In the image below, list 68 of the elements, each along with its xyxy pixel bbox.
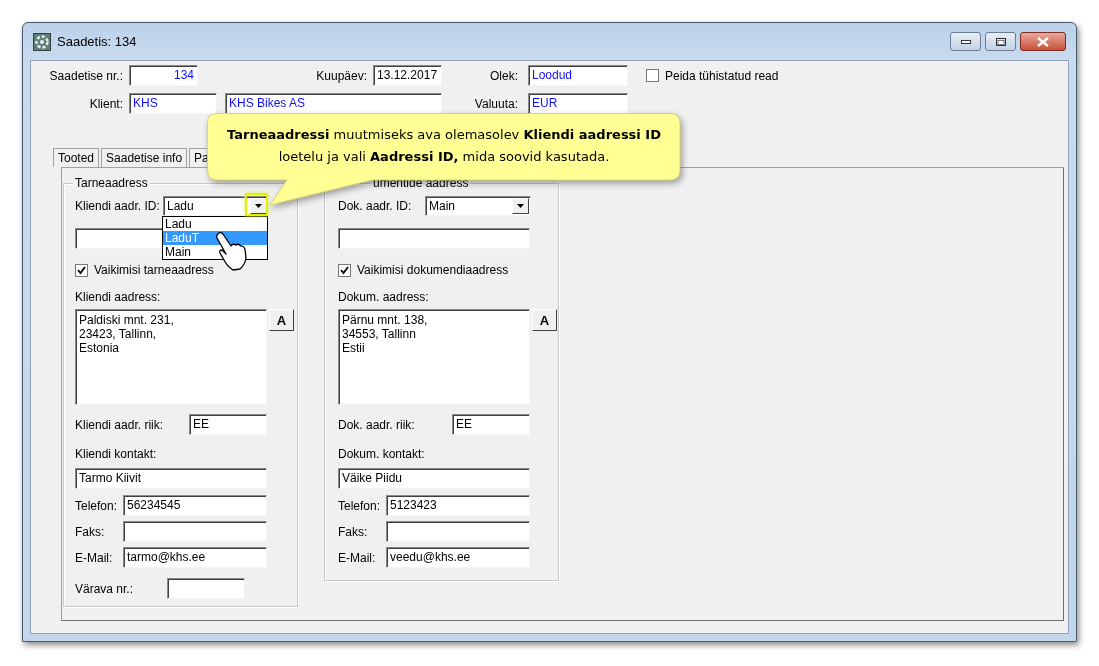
format-button[interactable]: A: [269, 309, 294, 331]
field-label: Valuuta:: [473, 96, 518, 111]
address-textarea[interactable]: Pärnu mnt. 138, 34553, Tallinn Estii: [338, 309, 530, 405]
caret-icon: [517, 204, 524, 208]
window-title: Saadetis: 134: [57, 34, 137, 49]
checkbox-label: Peida tühistatud read: [665, 68, 779, 83]
maximize-button[interactable]: [985, 32, 1016, 51]
field-label: Telefon:: [75, 498, 119, 513]
minimize-icon: [960, 39, 971, 44]
field-label: Dokum. kontakt:: [338, 446, 425, 461]
checkbox-label: Vaikimisi tarneaadress: [94, 263, 214, 277]
dropdown-button[interactable]: [512, 198, 529, 214]
close-icon: [1037, 36, 1049, 47]
field-label: E-Mail:: [75, 550, 114, 565]
field-label: Kuupäev:: [315, 68, 367, 83]
app-icon: [33, 32, 51, 51]
field-label: E-Mail:: [338, 550, 377, 565]
input-field[interactable]: 134: [129, 65, 198, 86]
field-label: Dok. aadr. riik:: [338, 417, 416, 432]
input-field[interactable]: EE: [452, 414, 530, 435]
field-label: Kliendi aadress:: [75, 289, 161, 304]
tab[interactable]: Tooted: [53, 148, 100, 167]
caret-icon: [255, 204, 262, 208]
field-label: Dok. aadr. ID:: [338, 199, 413, 213]
address-id-dropdown[interactable]: Main: [425, 196, 531, 216]
input-field[interactable]: KHS Bikes AS: [225, 93, 442, 114]
field-label: Faks:: [338, 524, 369, 539]
field-label: Kliendi aadr. riik:: [75, 417, 165, 432]
maximize-icon: [995, 37, 1006, 46]
group-title: Tarneaadress: [73, 176, 150, 190]
checkbox[interactable]: [75, 263, 88, 277]
input-field[interactable]: Väike Piidu: [338, 467, 530, 489]
minimize-button[interactable]: [950, 32, 981, 51]
input-field[interactable]: [167, 578, 245, 599]
checkbox[interactable]: [338, 263, 351, 277]
input-field[interactable]: Loodud: [528, 65, 628, 86]
field-label: Klient:: [88, 96, 123, 111]
address-id-dropdown[interactable]: Ladu: [163, 196, 269, 216]
input-field[interactable]: EE: [189, 414, 267, 435]
input-field[interactable]: KHS: [129, 93, 217, 114]
input-field[interactable]: 13.12.2017: [373, 65, 442, 86]
input-field[interactable]: [386, 521, 530, 542]
dropdown-option[interactable]: Ladu: [163, 217, 267, 231]
input-field[interactable]: 56234545: [123, 495, 267, 516]
field-label: Kliendi aadr. ID:: [75, 199, 161, 213]
input-field[interactable]: 5123423: [386, 495, 530, 516]
field-label: Saadetise nr.:: [48, 68, 123, 83]
input-field[interactable]: Tarmo Kiivit: [75, 467, 267, 489]
checkbox[interactable]: [646, 69, 659, 82]
input-field[interactable]: [123, 521, 267, 542]
field-label: Faks:: [75, 524, 106, 539]
field-label: Telefon:: [338, 498, 382, 513]
highlight-frame: [245, 193, 268, 216]
input-field[interactable]: veedu@khs.ee: [386, 547, 530, 568]
format-button[interactable]: A: [532, 309, 557, 331]
input-field[interactable]: tarmo@khs.ee: [123, 547, 267, 568]
field-label: Kliendi kontakt:: [75, 446, 157, 461]
field-label: Dokum. aadress:: [338, 289, 429, 304]
input-field[interactable]: EUR: [528, 93, 628, 114]
tab[interactable]: Saadetise info: [101, 148, 188, 167]
close-button[interactable]: [1020, 32, 1066, 51]
callout-text: Tarneaadressi muutmiseks ava olemasolev Kliendi aadressi ID loetelu ja vali Aadressi ID, mida soovid kasutada.: [226, 126, 662, 166]
dropdown-option[interactable]: Main: [163, 245, 267, 259]
input-field[interactable]: [338, 228, 530, 249]
field-label: Värava nr.:: [75, 581, 135, 596]
address-textarea[interactable]: Paldiski mnt. 231, 23423, Tallinn, Estonia: [75, 309, 267, 405]
field-label: Olek:: [489, 68, 518, 83]
checkbox-label: Vaikimisi dokumendiaadress: [357, 263, 509, 277]
